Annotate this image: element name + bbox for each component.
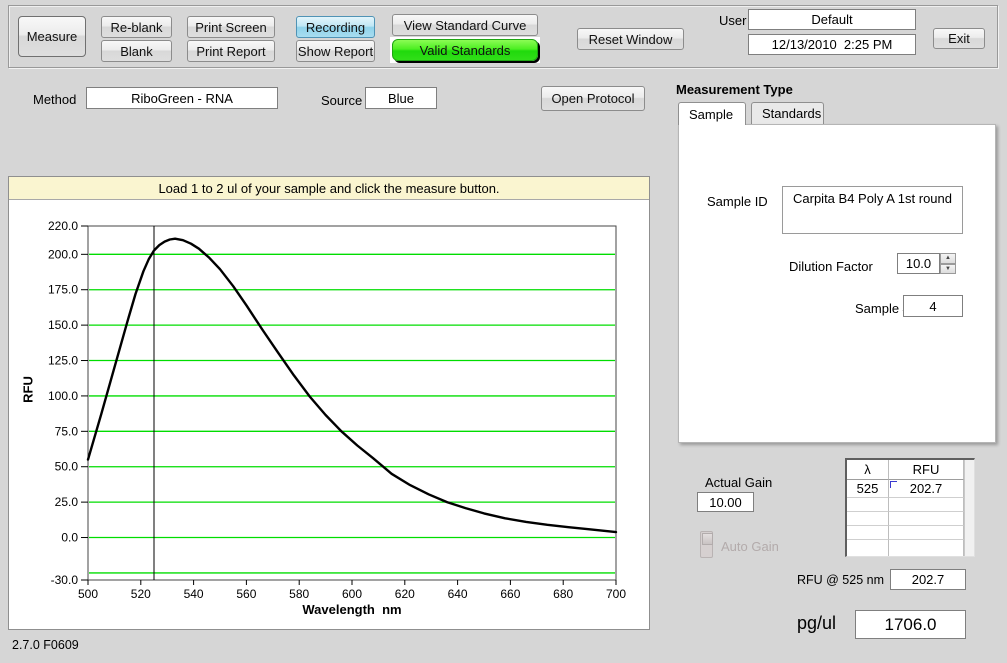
svg-text:150.0: 150.0	[48, 318, 78, 332]
table-cell-lambda[interactable]: 525	[847, 480, 889, 498]
reset-window-button[interactable]: Reset Window	[577, 28, 684, 50]
table-cell-rfu[interactable]	[889, 526, 964, 540]
svg-text:50.0: 50.0	[55, 460, 79, 474]
valid-standards-indicator[interactable]: Valid Standards	[392, 39, 538, 61]
table-header-row: λ RFU	[847, 460, 964, 480]
svg-text:540: 540	[184, 587, 204, 601]
source-field[interactable]: Blue	[365, 87, 437, 109]
blank-button[interactable]: Blank	[101, 40, 172, 62]
table-cell-lambda[interactable]	[847, 498, 889, 512]
dilution-factor-stepper: ▲ ▼	[940, 253, 956, 274]
sample-id-value: Carpita B4 Poly A 1st round	[793, 191, 952, 206]
dilution-factor-input[interactable]: 10.0	[897, 253, 940, 274]
method-field[interactable]: RiboGreen - RNA	[86, 87, 278, 109]
svg-text:75.0: 75.0	[55, 424, 79, 438]
sample-id-label: Sample ID	[707, 194, 768, 209]
show-report-button[interactable]: Show Report	[296, 40, 375, 62]
valid-standards-indicator-backing: Valid Standards	[390, 37, 540, 63]
source-label: Source	[321, 93, 362, 108]
view-standard-curve-button[interactable]: View Standard Curve	[392, 14, 538, 36]
toggle-thumb-icon	[702, 533, 713, 545]
recording-button[interactable]: Recording	[296, 16, 375, 38]
open-protocol-button[interactable]: Open Protocol	[541, 86, 645, 111]
version-label: 2.7.0 F0609	[12, 638, 79, 652]
tab-sample[interactable]: Sample	[678, 102, 746, 125]
table-cell-lambda[interactable]	[847, 540, 889, 556]
chart-container: Load 1 to 2 ul of your sample and click …	[8, 176, 650, 630]
svg-text:220.0: 220.0	[48, 219, 78, 233]
svg-text:25.0: 25.0	[55, 495, 79, 509]
exit-button[interactable]: Exit	[933, 28, 985, 49]
datetime-field: 12/13/2010 2:25 PM	[748, 34, 916, 55]
table-cell-rfu[interactable]	[889, 512, 964, 526]
measure-button[interactable]: Measure	[18, 16, 86, 57]
concentration-unit-label: pg/ul	[797, 613, 836, 634]
sample-tab-panel	[678, 124, 996, 443]
svg-text:520: 520	[131, 587, 151, 601]
measurement-type-title: Measurement Type	[676, 82, 793, 97]
svg-text:700: 700	[606, 587, 626, 601]
user-label: User	[719, 13, 746, 28]
results-table: λ RFU 525 202.7	[845, 458, 975, 557]
table-cell-lambda[interactable]	[847, 526, 889, 540]
chevron-up-icon[interactable]: ▲	[940, 253, 956, 264]
rfu-at-peak-field: 202.7	[890, 569, 966, 590]
sample-number-input[interactable]: 4	[903, 295, 963, 317]
print-report-button[interactable]: Print Report	[187, 40, 275, 62]
x-axis-title: Wavelength nm	[88, 602, 616, 617]
rfu-at-peak-label: RFU @ 525 nm	[772, 573, 884, 587]
svg-text:560: 560	[236, 587, 256, 601]
auto-gain-toggle[interactable]	[700, 531, 713, 558]
svg-text:500: 500	[78, 587, 98, 601]
svg-text:-30.0: -30.0	[51, 573, 79, 587]
actual-gain-label: Actual Gain	[705, 475, 772, 490]
tab-standards[interactable]: Standards	[751, 102, 824, 124]
table-cell-rfu[interactable]	[889, 498, 964, 512]
table-row	[847, 540, 964, 556]
table-scrollbar[interactable]	[964, 460, 974, 556]
tab-standards-label: Standards	[762, 106, 821, 121]
chevron-down-icon[interactable]: ▼	[940, 264, 956, 275]
svg-text:580: 580	[289, 587, 309, 601]
table-row: 525 202.7	[847, 480, 964, 498]
svg-text:200.0: 200.0	[48, 247, 78, 261]
table-row	[847, 526, 964, 540]
svg-text:640: 640	[448, 587, 468, 601]
svg-text:600: 600	[342, 587, 362, 601]
sample-number-label: Sample #	[855, 301, 910, 316]
table-cell-rfu[interactable]: 202.7	[889, 480, 964, 498]
table-row	[847, 498, 964, 512]
table-cell-lambda[interactable]	[847, 512, 889, 526]
svg-text:0.0: 0.0	[61, 531, 78, 545]
table-row	[847, 512, 964, 526]
actual-gain-field[interactable]: 10.00	[697, 492, 754, 512]
y-axis-title: RFU	[21, 373, 36, 407]
auto-gain-label: Auto Gain	[721, 539, 779, 554]
svg-text:620: 620	[395, 587, 415, 601]
svg-text:100.0: 100.0	[48, 389, 78, 403]
svg-text:125.0: 125.0	[48, 354, 78, 368]
print-screen-button[interactable]: Print Screen	[187, 16, 275, 38]
tab-sample-label: Sample	[689, 107, 733, 122]
cell-selection-icon	[890, 481, 897, 488]
reblank-button[interactable]: Re-blank	[101, 16, 172, 38]
rfu-column-header: RFU	[889, 460, 964, 480]
instruction-banner: Load 1 to 2 ul of your sample and click …	[9, 177, 649, 200]
method-label: Method	[33, 92, 76, 107]
concentration-field: 1706.0	[855, 610, 966, 639]
sample-id-input[interactable]: Carpita B4 Poly A 1st round	[782, 186, 963, 234]
svg-text:660: 660	[500, 587, 520, 601]
dilution-factor-label: Dilution Factor	[789, 259, 873, 274]
table-cell-rfu[interactable]	[889, 540, 964, 556]
svg-text:680: 680	[553, 587, 573, 601]
spectrum-chart[interactable]: 220.0 200.0 175.0 150.0 125.0 100.0 75.0 50.0 25…	[9, 200, 649, 628]
instruction-text: Load 1 to 2 ul of your sample and click …	[158, 181, 499, 196]
user-field[interactable]: Default	[748, 9, 916, 30]
svg-text:175.0: 175.0	[48, 283, 78, 297]
lambda-column-header: λ	[847, 460, 889, 480]
